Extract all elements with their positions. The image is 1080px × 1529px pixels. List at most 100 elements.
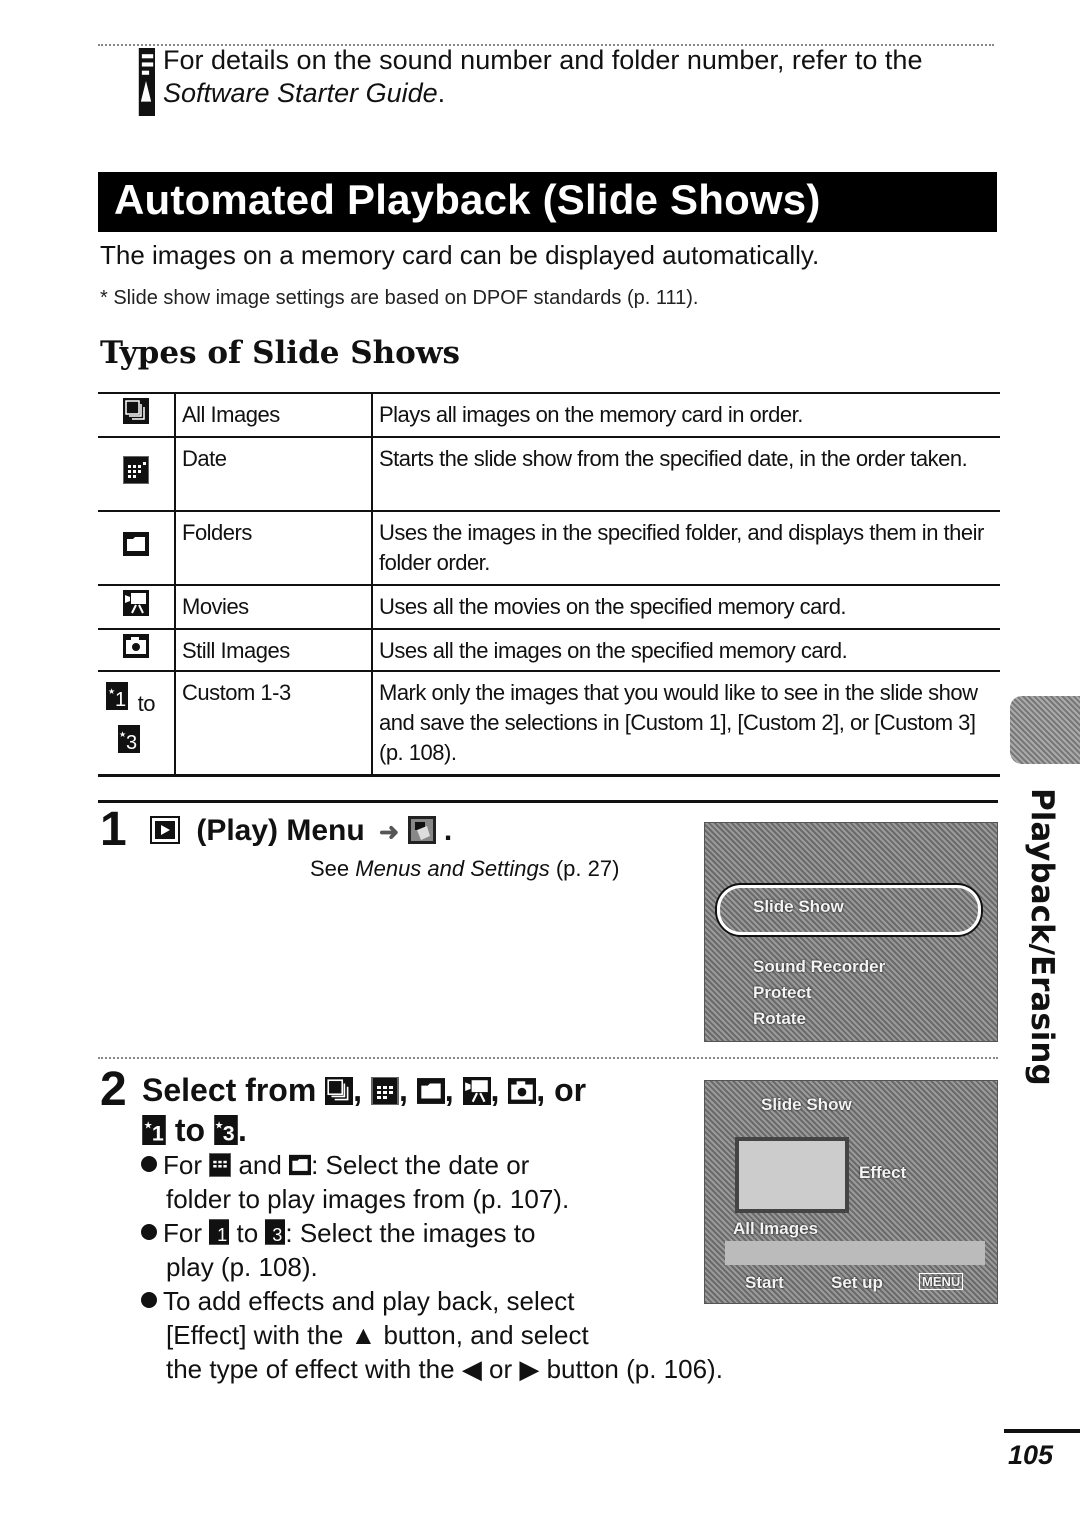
bullet-text: and <box>238 1150 282 1180</box>
movie-camera-icon <box>123 590 149 616</box>
bullet-text: To add effects and play back, select <box>163 1286 575 1316</box>
folder-icon <box>123 532 149 556</box>
step2-title: Select from , , , , , or ★ 1 to ★ 3. <box>142 1072 587 1148</box>
start-label: Start <box>745 1273 784 1292</box>
type-name: Folders <box>175 511 373 585</box>
step2-rule <box>98 1057 998 1059</box>
page-title: Automated Playback (Slide Shows) <box>114 176 821 223</box>
slide-show-screenshot: Slide Show Effect All Images Start Set u… <box>704 1080 998 1304</box>
chapter-label-text: Playback/Erasing <box>1024 788 1060 1086</box>
type-description: Uses all the movies on the specified mem… <box>379 594 847 619</box>
all-images-icon <box>325 1077 354 1105</box>
table-row: Still Images Uses all the images on the … <box>98 629 1000 671</box>
step1-title: (Play) Menu ➜ . <box>150 814 452 848</box>
bullet-text: For <box>163 1218 202 1248</box>
date-calendar-icon <box>122 455 150 485</box>
footnote: * Slide show image settings are based on… <box>100 287 699 309</box>
bullet-continuation: the type of effect with the ◀ or ▶ butto… <box>166 1354 723 1384</box>
bullet-continuation: play (p. 108). <box>166 1252 318 1282</box>
menu-item-rotate: Rotate <box>753 1009 806 1028</box>
bullet-continuation: [Effect] with the ▲ button, and select <box>166 1320 589 1350</box>
table-row: Movies Uses all the movies on the specif… <box>98 585 1000 629</box>
bullet-text: to <box>236 1218 259 1248</box>
play-button-icon <box>150 816 180 844</box>
mode-selector-bar <box>725 1241 985 1265</box>
svg-text:★: ★ <box>108 687 115 696</box>
step1-period: . <box>443 814 453 847</box>
note-text: For details on the sound number and fold… <box>163 44 922 110</box>
menu-item-protect: Protect <box>753 983 812 1002</box>
custom-1-icon: ★ 1 <box>142 1115 166 1146</box>
type-name: Movies <box>175 585 373 629</box>
bullet-text: : Select the images to <box>285 1218 536 1248</box>
svg-text:★: ★ <box>119 730 126 739</box>
bullet-text: : Select the date or <box>311 1150 530 1180</box>
folder-icon <box>416 1078 445 1104</box>
page-number-rule <box>1004 1429 1080 1433</box>
step-number-1: 1 <box>100 803 127 856</box>
type-description: Uses all the images on the specified mem… <box>379 638 848 663</box>
step2-instructions: For and : Select the date or folder to p… <box>141 1148 723 1386</box>
bullet-icon <box>141 1292 157 1308</box>
custom-1-icon: ★ 1 <box>106 682 128 711</box>
custom-3-icon: ★ 3 <box>214 1115 238 1146</box>
table-row: All Images Plays all images on the memor… <box>98 393 1000 437</box>
svg-text:3: 3 <box>126 732 137 753</box>
memo-pencil-icon <box>138 48 155 116</box>
date-calendar-icon <box>208 1152 233 1178</box>
step1-rule <box>98 800 998 803</box>
movie-camera-icon <box>462 1077 491 1105</box>
bullet-item: For 1 to 3: Select the images to <box>141 1216 723 1250</box>
type-name: All Images <box>175 393 373 437</box>
svg-text:1: 1 <box>115 689 126 710</box>
menu-label: MENU <box>919 1273 964 1290</box>
bullet-continuation: folder to play images from (p. 107). <box>166 1184 570 1214</box>
note-line-2: Software Starter Guide. <box>163 77 922 110</box>
step-number-2: 2 <box>100 1063 127 1116</box>
type-description: Plays all images on the memory card in o… <box>379 402 803 427</box>
note-period: . <box>437 78 446 108</box>
date-calendar-icon <box>370 1076 399 1106</box>
or-label: , or <box>536 1072 587 1108</box>
type-name: Still Images <box>175 629 373 671</box>
slide-show-menu-icon <box>407 816 436 844</box>
bullet-item: To add effects and play back, select <box>141 1284 723 1318</box>
intro-text: The images on a memory card can be displ… <box>100 240 820 270</box>
play-menu-label: (Play) Menu <box>196 814 365 847</box>
type-description: Uses the images in the specified folder,… <box>379 520 984 575</box>
custom-3-icon: 3 <box>265 1219 286 1245</box>
section-heading: Types of Slide Shows <box>100 335 460 371</box>
ref-prefix: See <box>310 856 356 881</box>
table-row: ★ 1 to ★ 3 Custom 1-3 Mark only the images… <box>98 671 1000 775</box>
table-row: Folders Uses the images in the specified… <box>98 511 1000 585</box>
title-banner: Automated Playback (Slide Shows) <box>98 172 997 232</box>
slide-show-types-table: All Images Plays all images on the memor… <box>98 392 1000 777</box>
bullet-icon <box>141 1224 157 1240</box>
ref-title: Menus and Settings <box>355 856 550 881</box>
mode-label: All Images <box>733 1219 819 1238</box>
custom-range-to: to <box>137 691 156 717</box>
custom-3-icon: ★ 3 <box>118 725 140 754</box>
menu-item-slide-show: Slide Show <box>753 897 844 916</box>
svg-text:3: 3 <box>223 1122 235 1145</box>
page-number: 105 <box>1008 1440 1054 1470</box>
preview-thumbnail <box>735 1137 849 1213</box>
chapter-label: Playback/Erasing <box>1010 788 1060 1086</box>
chapter-tab <box>1010 696 1080 764</box>
arrow-icon: ➜ <box>379 819 400 846</box>
type-name: Custom 1-3 <box>175 671 373 775</box>
svg-text:3: 3 <box>273 1225 283 1245</box>
note-line-1: For details on the sound number and fold… <box>163 45 923 75</box>
screen-title: Slide Show <box>761 1095 852 1114</box>
bullet-text: For <box>163 1150 202 1180</box>
select-from-label: Select from <box>142 1072 317 1108</box>
type-name: Date <box>175 437 373 511</box>
bullet-icon <box>141 1156 157 1172</box>
bullet-item: For and : Select the date or <box>141 1148 723 1182</box>
svg-text:1: 1 <box>217 1225 227 1245</box>
effect-label: Effect <box>859 1163 907 1182</box>
ref-page: (p. 27) <box>549 856 620 881</box>
all-images-icon <box>123 398 149 424</box>
type-description: Starts the slide show from the specified… <box>379 446 968 471</box>
table-row: Date Starts the slide show from the spec… <box>98 437 1000 511</box>
